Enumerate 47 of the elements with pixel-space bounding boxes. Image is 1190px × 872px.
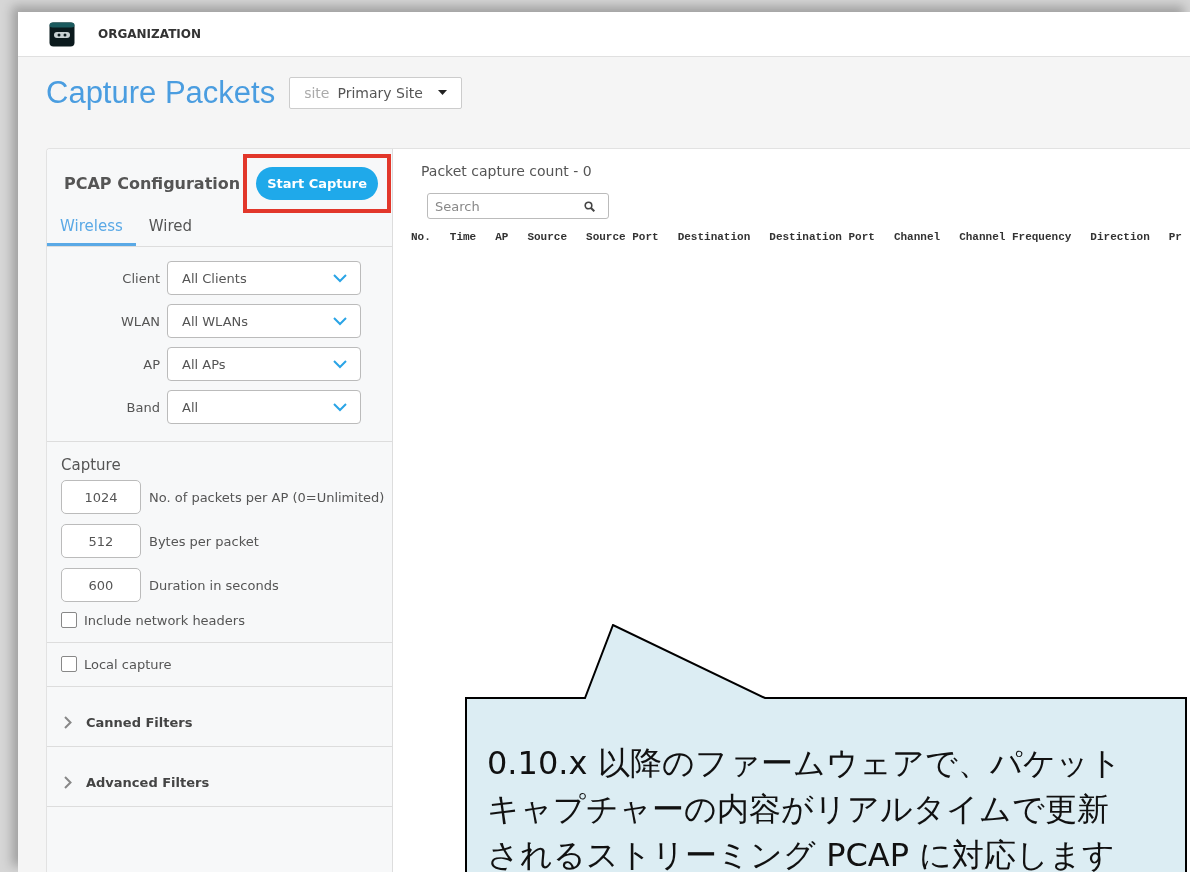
chevron-down-icon	[333, 402, 347, 412]
dropdown[interactable]: All	[167, 390, 361, 424]
number-field[interactable]: 600	[61, 568, 141, 602]
collapsible-section[interactable]: Canned Filters	[47, 687, 392, 747]
column-header[interactable]: Time	[449, 231, 477, 243]
checkbox-label: Local capture	[84, 656, 172, 672]
search-icon	[584, 201, 595, 212]
checkbox[interactable]	[61, 656, 77, 672]
caret-icon	[437, 90, 447, 95]
field-label: No. of packets per AP (0=Unlimited)	[149, 489, 385, 505]
column-header[interactable]: Channel	[893, 231, 941, 243]
column-header[interactable]: Destination Port	[769, 231, 875, 243]
tab[interactable]: Wired	[135, 211, 206, 246]
dropdown[interactable]: All Clients	[167, 261, 361, 295]
page-title: Capture Packets	[46, 74, 276, 111]
collapsible-section[interactable]: Advanced Filters	[47, 747, 392, 807]
column-header[interactable]: Source	[527, 231, 568, 243]
dropdown[interactable]: All WLANs	[167, 304, 361, 338]
callout-text: 0.10.x 以降のファームウェアで、パケット キャプチャーの内容がリアルタイムで更新 されるストリーミング PCAP に対応します	[487, 743, 1122, 872]
section-title: Capture	[61, 456, 122, 474]
chevron-down-icon	[333, 359, 347, 369]
logo-icon[interactable]	[49, 21, 75, 47]
checkbox[interactable]	[61, 612, 77, 628]
field-label: AP	[142, 356, 160, 372]
dropdown[interactable]: All APs	[167, 347, 361, 381]
panel-title: PCAP Configuration	[64, 173, 241, 193]
field-label: Duration in seconds	[149, 577, 279, 593]
column-header[interactable]: Pr	[1168, 231, 1182, 243]
number-field[interactable]: 512	[61, 524, 141, 558]
field-label: Client	[121, 270, 160, 286]
organization-title: ORGANIZATION	[98, 27, 202, 41]
chevron-down-icon	[333, 273, 347, 283]
column-header[interactable]: Direction	[1090, 231, 1150, 243]
number-field[interactable]: 1024	[61, 480, 141, 514]
column-header[interactable]: No.	[411, 231, 431, 243]
checkbox-label: Include network headers	[84, 612, 245, 628]
column-header[interactable]: Channel Frequency	[959, 231, 1072, 243]
field-label: WLAN	[120, 313, 160, 329]
chevron-down-icon	[333, 316, 347, 326]
column-header[interactable]: Destination	[677, 231, 751, 243]
column-header[interactable]: AP	[495, 231, 509, 243]
site-dropdown[interactable]: site Primary Site	[289, 76, 462, 109]
column-header[interactable]: Source Port	[586, 231, 659, 243]
field-label: Bytes per packet	[149, 533, 259, 549]
field-label: Band	[125, 399, 160, 415]
search-field[interactable]: Search	[427, 193, 609, 219]
packet-count: Packet capture count - 0	[421, 163, 593, 179]
